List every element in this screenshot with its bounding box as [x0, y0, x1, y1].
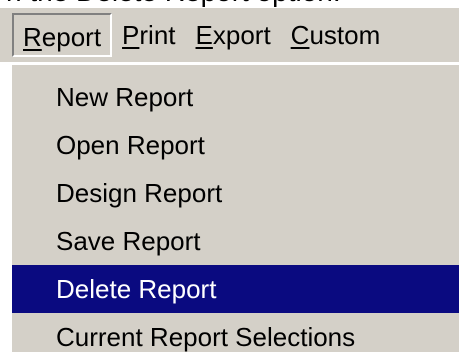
menu-print[interactable]: Print: [112, 13, 185, 57]
menu-item-save-report[interactable]: Save Report: [12, 217, 459, 265]
menu-export[interactable]: Export: [186, 13, 281, 57]
menu-print-mnemonic: P: [122, 20, 140, 50]
menu-custom[interactable]: Custom: [281, 13, 391, 57]
menu-item-open-report[interactable]: Open Report: [12, 121, 459, 169]
menu-export-label-rest: xport: [212, 20, 271, 50]
menu-export-mnemonic: E: [195, 20, 213, 50]
menu-custom-label-rest: ustom: [309, 20, 381, 50]
menu-report-label-rest: eport: [41, 22, 102, 52]
menu-report[interactable]: Report: [12, 13, 113, 57]
menu-bar: Report Print Export Custom: [0, 8, 459, 62]
report-dropdown-menu: New Report Open Report Design Report Sav…: [10, 63, 459, 352]
menu-item-delete-report[interactable]: Delete Report: [12, 265, 459, 313]
caption-text: n the Delete Report option.: [6, 0, 341, 8]
menu-custom-mnemonic: C: [290, 20, 310, 50]
menu-report-mnemonic: R: [23, 22, 42, 52]
menu-print-label-rest: rint: [139, 20, 176, 50]
menu-item-current-report-selections[interactable]: Current Report Selections: [12, 313, 459, 361]
menu-item-new-report[interactable]: New Report: [12, 73, 459, 121]
menu-item-design-report[interactable]: Design Report: [12, 169, 459, 217]
